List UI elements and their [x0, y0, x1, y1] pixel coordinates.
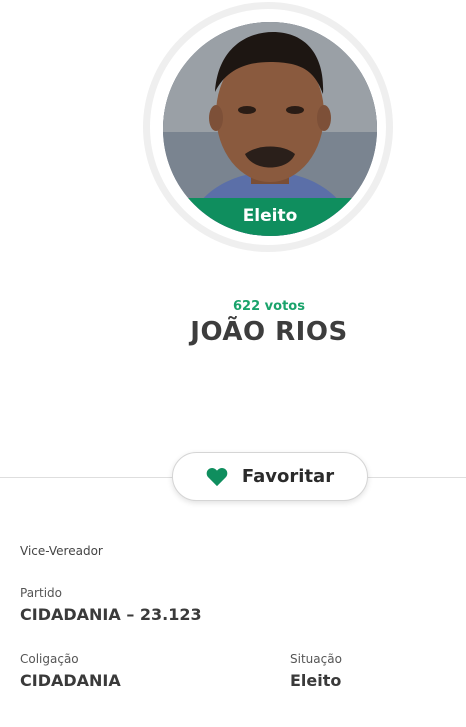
- party-label: Partido: [20, 586, 62, 600]
- vote-count: 622 votos: [233, 299, 305, 314]
- candidate-photo: Eleito: [163, 22, 377, 236]
- candidate-role: Vice-Vereador: [20, 544, 103, 558]
- candidate-name: JOÃO RIOS: [190, 317, 348, 347]
- situation-label: Situação: [290, 652, 342, 666]
- coalition-value: CIDADANIA: [20, 671, 121, 690]
- situation-value: Eleito: [290, 671, 342, 690]
- favorite-label: Favoritar: [241, 466, 335, 487]
- heart-icon: [206, 467, 228, 486]
- elected-badge: Eleito: [163, 198, 377, 236]
- coalition-label: Coligação: [20, 652, 79, 666]
- favorite-button[interactable]: Favoritar: [172, 452, 368, 501]
- party-value: CIDADANIA – 23.123: [20, 605, 202, 624]
